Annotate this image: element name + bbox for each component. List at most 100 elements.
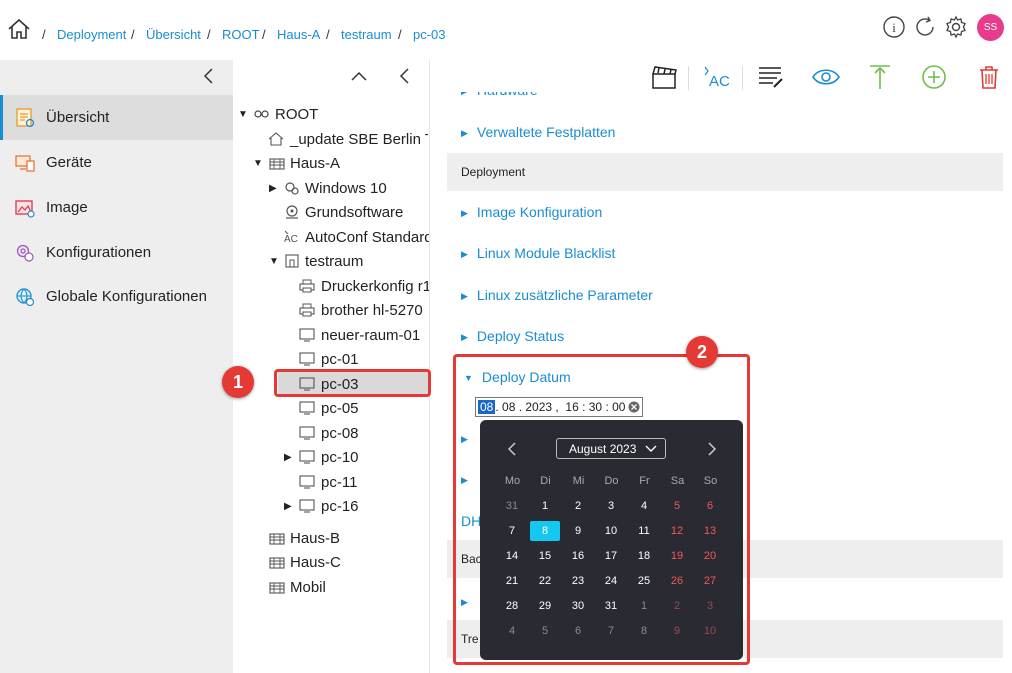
tree-node-pc-08[interactable]: pc-08 [238, 422, 428, 444]
eye-icon[interactable] [811, 64, 841, 90]
home-icon[interactable] [7, 17, 31, 41]
breadcrumb-separator: / [207, 27, 211, 42]
refresh-icon[interactable] [913, 15, 937, 39]
section-label: Deploy Status [476, 328, 565, 344]
autoconf-icon[interactable]: AC [703, 64, 731, 90]
trash-icon[interactable] [975, 64, 1003, 90]
list-edit-icon[interactable] [757, 64, 785, 90]
caret-down-icon[interactable]: ▼ [269, 256, 279, 267]
breadcrumb-haus-a[interactable]: Haus-A [277, 27, 320, 42]
tree-node-haus-c[interactable]: Haus-C [238, 551, 428, 573]
svg-text:AC: AC [284, 234, 298, 245]
breadcrumb-testraum[interactable]: testraum [341, 27, 392, 42]
section-linux-parameter[interactable]: ▶ Linux zusätzliche Parameter [461, 287, 653, 303]
sidebar-item-globale-konfigurationen[interactable]: Globale Konfigurationen [0, 274, 233, 319]
tree-node-testraum[interactable]: ▼ testraum [238, 250, 428, 272]
tree-node-label: neuer-raum-01 [321, 326, 421, 344]
caret-right-icon: ▶ [461, 249, 468, 259]
section-label: Verwaltete Festplatten [476, 124, 616, 140]
home-icon [268, 132, 284, 146]
overview-icon [16, 107, 35, 127]
image-icon [15, 199, 35, 218]
breadcrumb-deployment[interactable]: Deployment [57, 27, 126, 42]
upload-arrow-icon[interactable] [866, 64, 894, 90]
section-hardware[interactable]: ▶ Hardware [461, 92, 538, 98]
section-image-konfiguration[interactable]: ▶ Image Konfiguration [461, 204, 602, 220]
caret-down-icon[interactable]: ▼ [253, 158, 263, 169]
disk-icon [286, 205, 298, 219]
breadcrumb-separator: / [326, 27, 330, 42]
info-icon[interactable]: i [882, 15, 906, 39]
breadcrumb-pc-03[interactable]: pc-03 [413, 27, 446, 42]
highlight-box-deploy-datum [453, 354, 750, 665]
monitor-icon [299, 328, 315, 342]
sidebar-item-label: Konfigurationen [46, 244, 152, 261]
tree-node-pc-01[interactable]: pc-01 [238, 348, 428, 370]
caret-right-icon: ▶ [461, 332, 468, 342]
monitor-icon [299, 352, 315, 366]
tree-node-windows-10[interactable]: ▶ Windows 10 [238, 177, 428, 199]
group-label: Deployment [461, 165, 526, 179]
section-label: Linux zusätzliche Parameter [476, 287, 653, 303]
room-icon [285, 254, 299, 268]
tree-node-autoconf[interactable]: AC AutoConf Standard [238, 226, 429, 248]
tree-node-pc-11[interactable]: pc-11 [238, 471, 428, 493]
tree-node-label: Windows 10 [305, 179, 387, 197]
printer-icon [299, 303, 315, 317]
top-bar: / Deployment / Übersicht / ROOT / Haus-A… [0, 0, 1012, 60]
building-icon [269, 582, 285, 594]
svg-text:i: i [892, 20, 896, 35]
tree-node-label: Haus-C [290, 553, 341, 571]
sidebar-item-image[interactable]: Image [0, 185, 233, 230]
user-avatar[interactable]: SS [977, 14, 1004, 41]
section-linux-module-blacklist[interactable]: ▶ Linux Module Blacklist [461, 245, 615, 261]
caret-down-icon[interactable]: ▼ [238, 109, 248, 120]
tree-node-haus-b[interactable]: Haus-B [238, 527, 428, 549]
config-icon [16, 244, 34, 262]
tree-node-pc-10[interactable]: ▶ pc-10 [238, 446, 428, 468]
clapperboard-icon[interactable] [650, 64, 678, 90]
tree-node-brother[interactable]: brother hl-5270 [238, 299, 428, 321]
section-verwaltete-festplatten[interactable]: ▶ Verwaltete Festplatten [461, 124, 615, 140]
section-deploy-status[interactable]: ▶ Deploy Status [461, 328, 564, 344]
tree-node-label: pc-16 [321, 497, 359, 515]
tree-node-label: Mobil [290, 578, 326, 596]
sidebar-item-konfigurationen[interactable]: Konfigurationen [0, 230, 233, 275]
breadcrumb-root[interactable]: ROOT [222, 27, 260, 42]
tree-node-mobil[interactable]: Mobil [238, 576, 428, 598]
monitor-icon [299, 426, 315, 440]
tree-node-label: pc-08 [321, 424, 359, 442]
autoconf-icon: AC [284, 230, 298, 245]
caret-right-icon[interactable]: ▶ [284, 452, 292, 463]
collapse-sidebar-chevron-left-icon[interactable] [201, 67, 217, 85]
caret-right-icon[interactable]: ▶ [269, 183, 277, 194]
tree-node-neuer-raum[interactable]: neuer-raum-01 [238, 324, 428, 346]
sidebar-item-uebersicht[interactable]: Übersicht [0, 95, 233, 140]
tree-node-update[interactable]: _update SBE Berlin T [268, 128, 428, 150]
sidebar-item-label: Image [46, 199, 88, 216]
caret-right-icon: ▶ [461, 208, 468, 218]
breadcrumb-separator: / [262, 27, 266, 42]
tree-node-druckerkonfig[interactable]: Druckerkonfig r1 [238, 275, 429, 297]
scroll-up-chevron-icon[interactable] [349, 68, 369, 84]
tree-node-root[interactable]: ▼ ROOT [238, 103, 428, 125]
toolbar-divider [742, 66, 743, 90]
tree-node-pc-05[interactable]: pc-05 [238, 397, 428, 419]
sidebar-item-geraete[interactable]: Geräte [0, 140, 233, 185]
settings-gear-icon[interactable] [944, 15, 968, 39]
collapse-tree-chevron-left-icon[interactable] [397, 67, 413, 85]
callout-badge-2: 2 [686, 336, 718, 368]
tree-node-grundsoftware[interactable]: Grundsoftware [238, 201, 428, 223]
tree-node-label: Druckerkonfig r1 [321, 277, 429, 295]
global-config-icon [16, 287, 35, 306]
tree-node-haus-a[interactable]: ▼ Haus-A [238, 152, 428, 174]
breadcrumb-separator: / [42, 27, 46, 42]
caret-right-icon[interactable]: ▶ [284, 501, 292, 512]
tree-node-pc-16[interactable]: ▶ pc-16 [238, 495, 428, 517]
breadcrumb-uebersicht[interactable]: Übersicht [146, 27, 201, 42]
tree-node-label: Haus-B [290, 529, 341, 547]
network-icon [254, 110, 269, 118]
callout-badge-1: 1 [222, 366, 254, 398]
add-circle-icon[interactable] [920, 64, 948, 90]
tree-node-label: AutoConf Standard [305, 228, 429, 246]
